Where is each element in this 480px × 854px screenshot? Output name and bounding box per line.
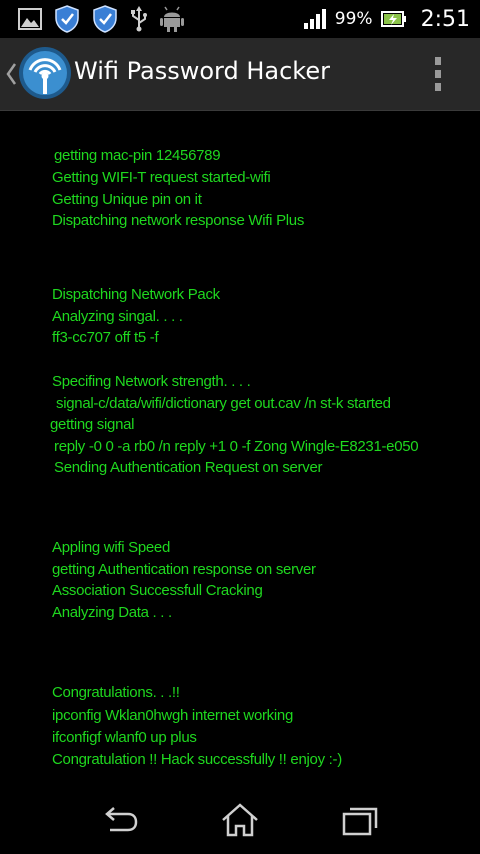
battery-charging-icon [380, 11, 406, 27]
battery-percent: 99% [334, 9, 373, 29]
clock: 2:51 [420, 6, 470, 32]
status-bar: 99% 2:51 [0, 0, 480, 38]
console-line: signal-c/data/wifi/dictionary get out.ca… [56, 395, 391, 412]
console-line: getting mac-pin 12456789 [54, 147, 221, 164]
shield-icon [93, 5, 117, 33]
system-indicators: 99% 2:51 [303, 0, 470, 38]
console-line: Congratulations. . .!! [52, 684, 180, 701]
console-line: Association Successfull Cracking [52, 582, 263, 599]
console-line: Appling wifi Speed [52, 539, 171, 556]
console-line: Analyzing singal. . . . [52, 308, 183, 325]
android-icon [160, 6, 184, 32]
navigation-bar [0, 788, 480, 854]
console-line: Analyzing Data . . . [52, 604, 172, 621]
console-line: Congratulation !! Hack successfully !! e… [52, 751, 342, 768]
console-line: ipconfig Wklan0hwgh internet working [52, 707, 293, 724]
console-line: Sending Authentication Request on server [54, 459, 323, 476]
console-line: getting Authentication response on serve… [52, 561, 316, 578]
console-output: getting mac-pin 12456789 Getting WIFI-T … [0, 111, 480, 788]
console-line: reply -0 0 -a rb0 /n reply +1 0 -f Zong … [54, 438, 419, 455]
console-line: Dispatching Network Pack [52, 286, 220, 303]
overflow-menu-button[interactable] [424, 52, 452, 96]
console-line: getting signal [50, 416, 135, 433]
console-line: Getting Unique pin on it [52, 191, 202, 208]
home-icon[interactable] [218, 800, 262, 840]
console-line: Dispatching network response Wifi Plus [52, 212, 305, 229]
app-title: Wifi Password Hacker [74, 57, 330, 85]
wifi-antenna-icon[interactable] [18, 46, 72, 100]
console-line: ifconfigf wlanf0 up plus [52, 729, 197, 746]
signal-strength-icon [303, 9, 326, 29]
overflow-dot-icon [435, 83, 441, 91]
shield-icon [55, 5, 79, 33]
console-line: Specifing Network strength. . . . [52, 373, 251, 390]
recent-apps-icon[interactable] [338, 800, 382, 840]
back-icon[interactable] [98, 800, 142, 840]
action-bar: Wifi Password Hacker [0, 38, 480, 111]
overflow-dot-icon [435, 57, 441, 65]
usb-icon [131, 6, 147, 32]
gallery-icon [18, 8, 42, 30]
console-line: Getting WIFI-T request started-wifi [52, 169, 271, 186]
notification-icons [18, 5, 184, 33]
chevron-left-icon[interactable] [4, 60, 18, 88]
console-line: ff3-cc707 off t5 -f [52, 329, 159, 346]
overflow-dot-icon [435, 70, 441, 78]
